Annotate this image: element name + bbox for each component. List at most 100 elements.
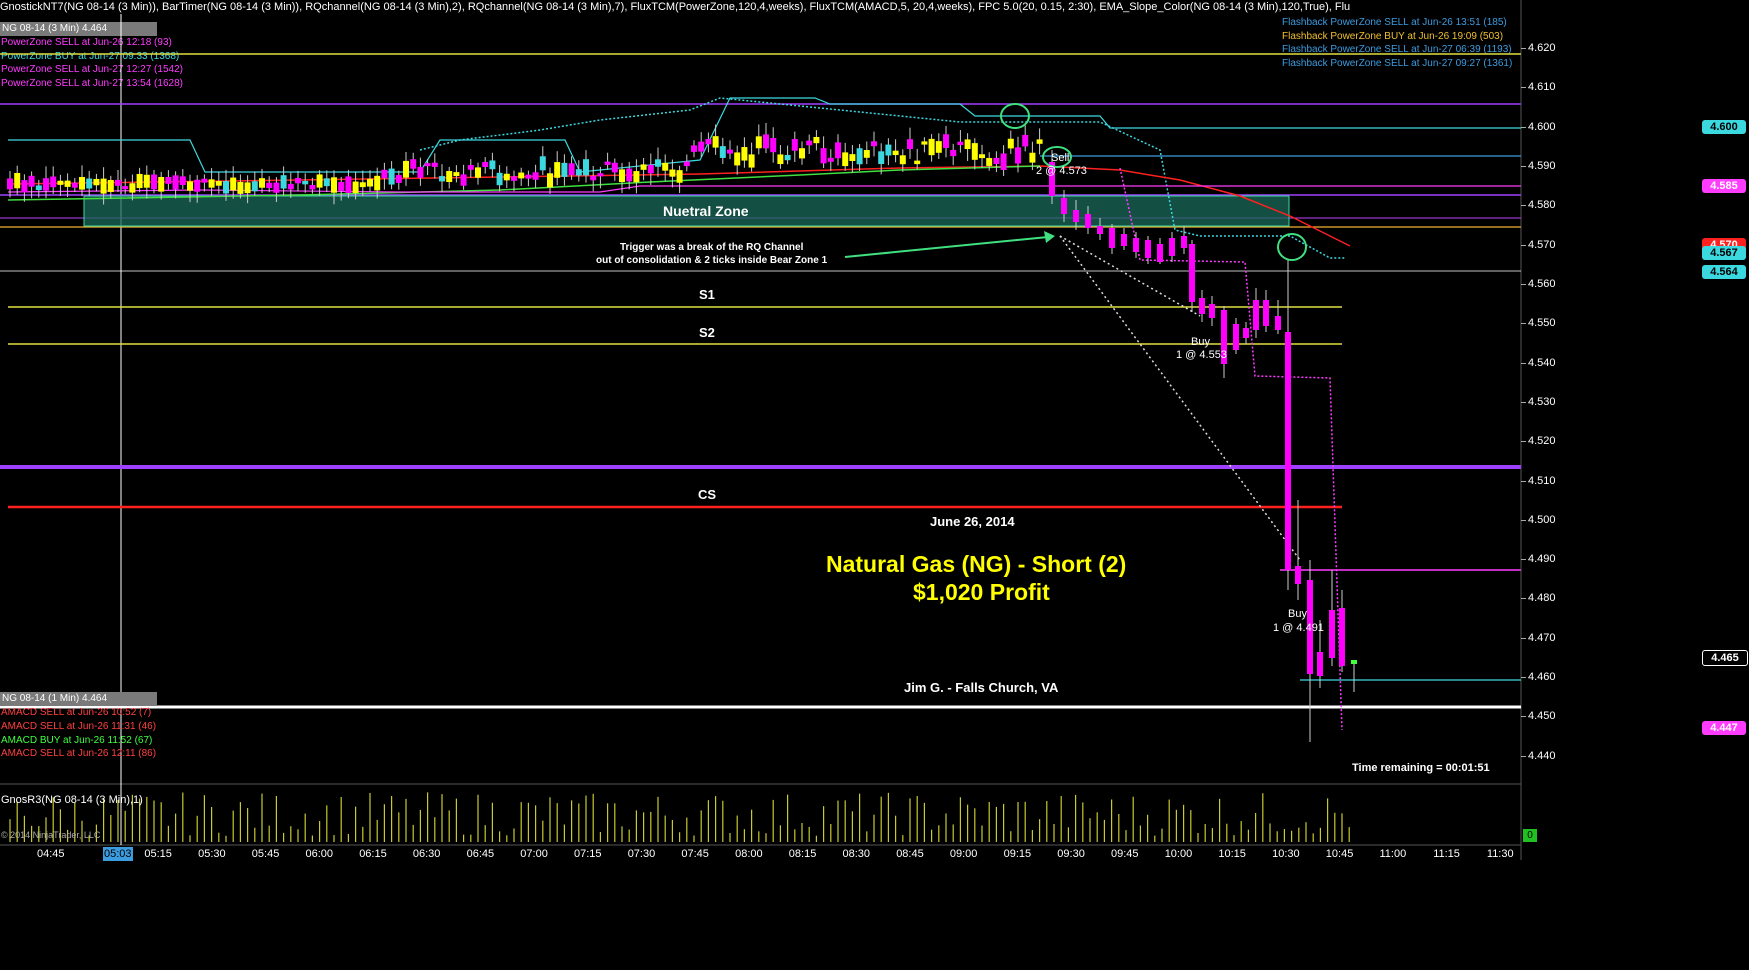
candle-body [719,146,726,158]
candle-body [352,181,359,194]
candle-body [1263,300,1269,326]
candle-body [1329,610,1335,658]
candle-body [511,176,517,181]
price-tick-label: 4.620 [1528,42,1556,54]
price-chart[interactable] [0,0,1749,970]
candle-body [583,159,589,176]
candle-body [381,169,388,179]
candle-body [57,180,64,185]
candle-body [763,134,769,149]
copyright: © 2014 NinjaTrader, LLC [1,830,101,840]
candle-body [943,134,949,148]
candle-body [439,176,445,182]
candle-body [338,182,345,191]
time-label: 08:45 [896,848,924,860]
cs-label: CS [698,487,717,502]
candle-body [431,162,438,167]
time-label: 05:30 [198,848,226,860]
candle-body [1181,236,1187,248]
trigger-note-line1: Trigger was a break of the RQ Channel [620,242,804,253]
candle-body [813,136,820,144]
amacd-signal: AMACD SELL at Jun-26 11:31 (46) [1,720,157,732]
candle-body [1243,328,1249,338]
time-label: 06:15 [359,848,387,860]
candle-body [863,150,870,158]
price-tick-mark [1521,87,1526,89]
candle-body [827,157,834,162]
candle-body [647,164,654,174]
candle-body [1000,153,1007,170]
candle-body [705,139,712,145]
candle-body [993,157,1000,165]
candle-body [503,173,510,181]
candle-body [777,154,784,165]
price-tick-label: 4.490 [1528,553,1556,566]
sell-marker-label: Sell [1051,152,1070,164]
candle-body [914,160,921,165]
candle-body [799,148,805,159]
candle-body [251,181,258,192]
volume-indicator-label: GnosR3(NG 08-14 (3 Min),1) [1,794,143,806]
candle-body [50,176,57,188]
candle-body [71,182,78,188]
time-label: 08:00 [735,848,763,860]
price-tick-label: 4.450 [1528,710,1556,723]
amacd-signal: AMACD SELL at Jun-26 10:52 (7) [1,707,152,718]
candle-body [791,139,798,151]
candle-body [287,183,294,190]
buy1-marker-label: Buy [1191,336,1210,348]
candle-body [115,179,121,186]
candle-body [172,175,179,190]
candle-body [1351,660,1357,664]
price-tick-mark [1521,519,1526,521]
price-tick-label: 4.480 [1528,592,1556,605]
price-tick-mark [1521,323,1526,325]
candle-body [388,168,395,185]
candle-body [741,147,748,161]
candle-body [467,165,474,170]
price-tick-mark [1521,205,1526,207]
candle-body [935,141,942,153]
candle-body [561,162,568,177]
candle-body [928,138,935,156]
candle-body [309,184,316,190]
trigger-arrow [844,236,1049,258]
candle-body [35,185,42,191]
candle-body [921,141,928,145]
sell-marker-detail: 2 @ 4.573 [1036,165,1087,177]
candle-body [1253,300,1259,330]
candle-body [179,176,186,186]
candle-body [986,158,993,166]
candle-body [107,179,114,192]
candle-body [453,172,460,177]
candle-body [194,179,201,192]
candle-body [496,172,503,186]
price-tick-mark [1521,362,1526,364]
time-label: 10:45 [1325,848,1354,860]
candle-body [835,142,841,159]
candle-body [280,175,287,189]
author-credit: Jim G. - Falls Church, VA [904,680,1059,695]
candle-body [734,152,741,166]
time-label: 10:15 [1218,848,1246,860]
price-tick-mark [1521,244,1526,246]
trend-dotted-white-2 [1059,235,1201,317]
candle-body [273,182,280,193]
price-tag: 4.447 [1702,721,1746,736]
time-label: 10:00 [1164,848,1193,860]
candle-body [575,169,582,176]
candle-body [1317,652,1323,676]
time-label: 05:03 [103,847,133,861]
candle-body [611,162,618,173]
candle-body [604,161,611,165]
candle-body [151,174,157,190]
candle-body [727,149,733,154]
time-label: 07:15 [574,848,602,860]
candle-body [899,155,906,165]
candle-body [295,178,301,184]
candle-body [964,139,971,150]
candle-body [691,145,697,152]
price-tick-mark [1521,677,1526,679]
price-tick-label: 4.440 [1528,749,1556,762]
candle-body [489,160,496,170]
